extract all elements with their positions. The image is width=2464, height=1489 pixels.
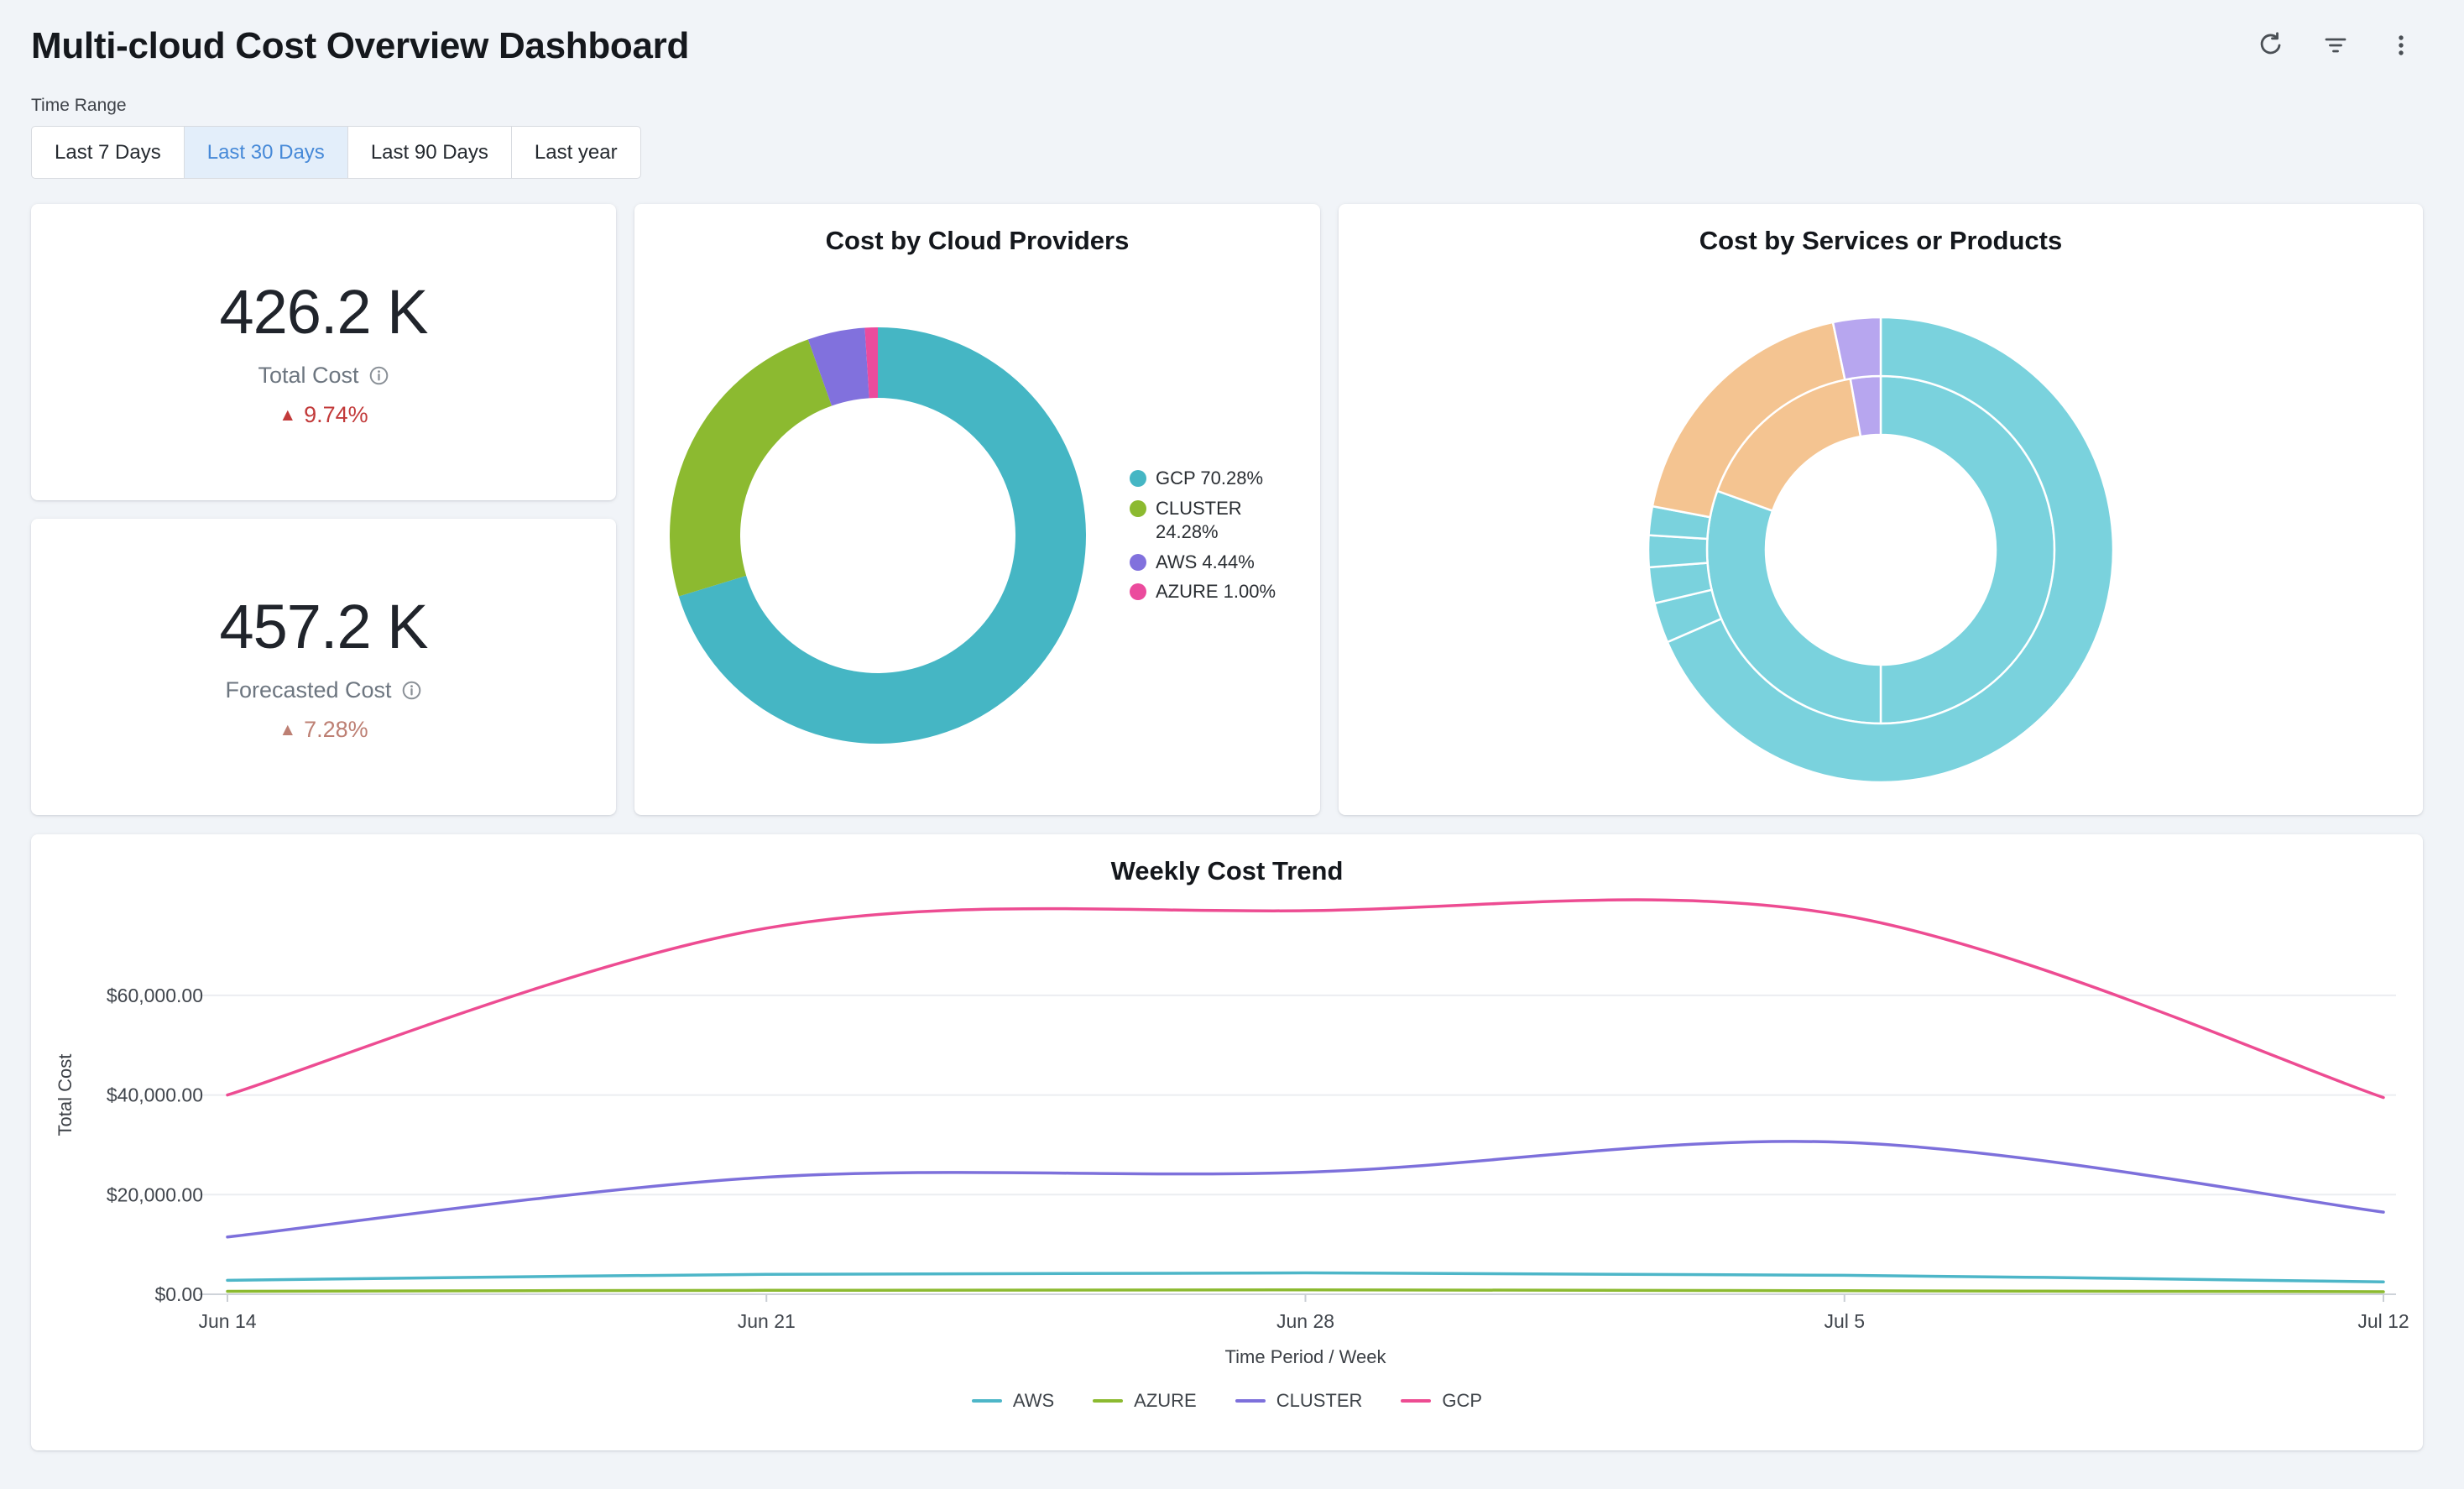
total-cost-value: 426.2 K (219, 276, 427, 347)
weekly-cost-trend-card: Weekly Cost Trend $0.00 $20,000.00 $40,000… (31, 834, 2423, 1450)
svg-text:$60,000.00: $60,000.00 (107, 985, 203, 1006)
svg-text:Total Cost: Total Cost (55, 1054, 76, 1136)
legend-item-gcp[interactable]: GCP (1401, 1390, 1482, 1412)
svg-text:Time Period / Week: Time Period / Week (1225, 1346, 1387, 1367)
svg-text:$20,000.00: $20,000.00 (107, 1183, 203, 1205)
forecasted-cost-delta: ▲ 7.28% (279, 717, 368, 743)
legend-item-gcp[interactable]: GCP 70.28% (1130, 467, 1294, 491)
time-range-button-group: Last 7 DaysLast 30 DaysLast 90 DaysLast … (31, 126, 2423, 179)
services-sunburst-chart (1646, 315, 2116, 785)
providers-donut-chart (668, 326, 1088, 745)
legend-label: AZURE (1134, 1390, 1197, 1412)
trend-line-aws (227, 1272, 2383, 1282)
filter-button[interactable] (2314, 24, 2357, 68)
trend-line-gcp (227, 900, 2383, 1098)
refresh-button[interactable] (2248, 24, 2292, 68)
info-icon[interactable] (401, 680, 422, 701)
trend-line-azure (227, 1290, 2383, 1292)
legend-swatch-icon (972, 1399, 1002, 1403)
legend-label: AZURE 1.00% (1156, 580, 1276, 604)
legend-item-aws[interactable]: AWS (972, 1390, 1054, 1412)
cost-by-services-card: Cost by Services or Products (1339, 204, 2423, 815)
forecasted-cost-delta-value: 7.28% (304, 717, 368, 743)
time-range-last-7-days[interactable]: Last 7 Days (31, 126, 185, 179)
trend-up-icon: ▲ (279, 721, 296, 739)
legend-label: AWS (1013, 1390, 1054, 1412)
time-range-last-30-days[interactable]: Last 30 Days (184, 126, 348, 179)
legend-label: GCP (1442, 1390, 1482, 1412)
pie-slice-cluster[interactable] (670, 339, 832, 596)
forecasted-cost-label: Forecasted Cost (225, 677, 391, 703)
legend-item-cluster[interactable]: CLUSTER 24.28% (1130, 497, 1294, 545)
legend-item-azure[interactable]: AZURE 1.00% (1130, 580, 1294, 604)
time-range-last-90-days[interactable]: Last 90 Days (347, 126, 512, 179)
top-row: 426.2 K Total Cost ▲ 9.74% (31, 204, 2423, 815)
legend-swatch-icon (1130, 470, 1146, 487)
trend-legend: AWS AZURE CLUSTER GCP (31, 1390, 2423, 1412)
trend-line-cluster (227, 1142, 2383, 1237)
svg-text:Jul 5: Jul 5 (1824, 1310, 1865, 1332)
forecasted-cost-card: 457.2 K Forecasted Cost ▲ 7.28% (31, 519, 616, 815)
page-title: Multi-cloud Cost Overview Dashboard (31, 25, 689, 67)
forecasted-cost-label-row: Forecasted Cost (225, 677, 421, 703)
svg-text:Jun 28: Jun 28 (1276, 1310, 1334, 1332)
total-cost-card: 426.2 K Total Cost ▲ 9.74% (31, 204, 616, 500)
filter-icon (2321, 31, 2350, 62)
kpi-column: 426.2 K Total Cost ▲ 9.74% (31, 204, 616, 815)
legend-swatch-icon (1401, 1399, 1431, 1403)
svg-text:Jun 14: Jun 14 (198, 1310, 256, 1332)
header: Multi-cloud Cost Overview Dashboard (31, 18, 2423, 74)
svg-text:Jun 21: Jun 21 (738, 1310, 796, 1332)
more-options-button[interactable] (2379, 24, 2423, 68)
time-range-label: Time Range (31, 96, 2423, 116)
total-cost-label-row: Total Cost (258, 363, 389, 389)
providers-legend: GCP 70.28% CLUSTER 24.28% AWS 4.44% AZURE 1… (1130, 461, 1294, 610)
legend-item-cluster[interactable]: CLUSTER (1235, 1390, 1363, 1412)
header-actions (2248, 24, 2423, 68)
legend-item-aws[interactable]: AWS 4.44% (1130, 551, 1294, 575)
svg-text:$40,000.00: $40,000.00 (107, 1084, 203, 1106)
total-cost-delta-value: 9.74% (304, 402, 368, 428)
sunburst-segment[interactable] (1648, 536, 1708, 567)
legend-item-azure[interactable]: AZURE (1093, 1390, 1197, 1412)
legend-swatch-icon (1130, 583, 1146, 600)
weekly-cost-trend-chart: $0.00 $20,000.00 $40,000.00 $60,000.00 Jun 1… (31, 891, 2423, 1388)
chart-title: Cost by Services or Products (1339, 226, 2423, 256)
providers-donut-row: GCP 70.28% CLUSTER 24.28% AWS 4.44% AZURE 1… (634, 256, 1320, 815)
legend-swatch-icon (1130, 554, 1146, 571)
chart-title: Cost by Cloud Providers (634, 226, 1320, 256)
forecasted-cost-value: 457.2 K (219, 591, 427, 662)
legend-swatch-icon (1235, 1399, 1266, 1403)
legend-label: AWS 4.44% (1156, 551, 1255, 575)
refresh-icon (2256, 31, 2284, 62)
info-icon[interactable] (368, 365, 389, 386)
dashboard-page: Multi-cloud Cost Overview Dashboard (0, 0, 2454, 1476)
legend-swatch-icon (1093, 1399, 1123, 1403)
legend-swatch-icon (1130, 500, 1146, 517)
time-range-last-year[interactable]: Last year (511, 126, 641, 179)
cost-by-providers-card: Cost by Cloud Providers GCP 70.28% CLUSTE… (634, 204, 1320, 815)
kebab-menu-icon (2387, 31, 2415, 62)
legend-label: CLUSTER (1276, 1390, 1363, 1412)
chart-title: Weekly Cost Trend (31, 856, 2423, 886)
svg-text:Jul 12: Jul 12 (2357, 1310, 2409, 1332)
legend-label: CLUSTER 24.28% (1156, 497, 1294, 545)
total-cost-label: Total Cost (258, 363, 358, 389)
total-cost-delta: ▲ 9.74% (279, 402, 368, 428)
services-sunburst-wrap (1339, 256, 2423, 815)
svg-text:$0.00: $0.00 (154, 1283, 203, 1305)
legend-label: GCP 70.28% (1156, 467, 1263, 491)
trend-up-icon: ▲ (279, 406, 296, 424)
